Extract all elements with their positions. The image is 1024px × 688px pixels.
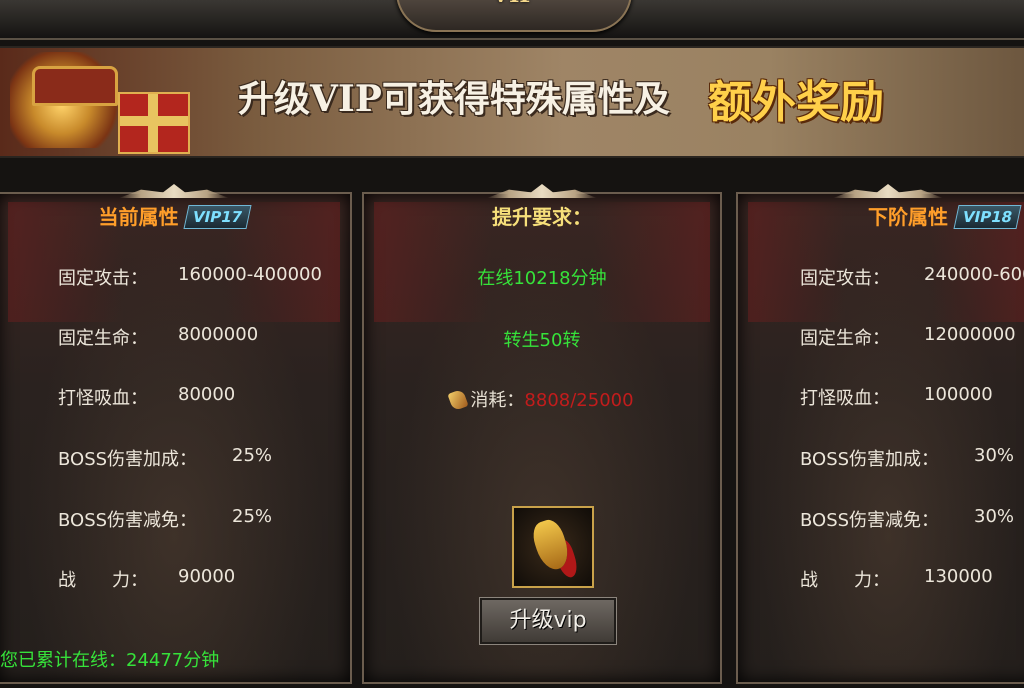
attr-value: 90000 [178, 566, 236, 587]
current-panel-header: 当前属性 VIP17 [0, 200, 350, 234]
rebirth-requirement: 转生50转 [503, 330, 581, 351]
attr-value: 25% [232, 506, 273, 527]
cost-line: 消耗：8808/25000 [364, 386, 720, 412]
total-online-text: 您已累计在线：24477分钟 [0, 650, 220, 671]
attr-label: 打怪吸血： [58, 388, 148, 409]
requirement-panel: 提升要求： 在线10218分钟 转生50转 消耗：8808/25000 升级vi… [362, 184, 722, 684]
attr-label: 固定攻击： [58, 268, 148, 289]
upgrade-vip-button[interactable]: 升级vip [479, 597, 617, 645]
attr-row: BOSS伤害减免： 30% [800, 506, 1014, 532]
attr-label: 战 力： [58, 570, 148, 591]
panel-ornament [487, 184, 597, 198]
attr-label: 打怪吸血： [800, 388, 890, 409]
scroll-icon [447, 388, 470, 412]
attr-row: BOSS伤害加成： 25% [58, 445, 272, 471]
panel-ornament [119, 184, 229, 198]
attr-row: 打怪吸血： 80000 [58, 384, 235, 410]
attr-value: 12000000 [924, 324, 1016, 345]
next-panel-header: 下阶属性 VIP18 [738, 200, 1024, 234]
attr-row: 固定攻击： 240000-600000 [800, 264, 1024, 290]
attr-value: 30% [974, 506, 1015, 527]
reward-item-slot[interactable] [512, 506, 594, 588]
attr-label: 固定攻击： [800, 268, 890, 289]
attr-value: 100000 [924, 384, 993, 405]
attr-label: BOSS伤害减免： [800, 510, 940, 531]
attr-label: BOSS伤害减免： [58, 510, 198, 531]
next-panel-title: 下阶属性 [868, 205, 948, 229]
attr-row: 固定攻击： 160000-400000 [58, 264, 322, 290]
attr-label: 固定生命： [58, 328, 148, 349]
requirement-header: 提升要求： [492, 205, 592, 229]
attr-row: 战 力： 90000 [58, 566, 235, 592]
attr-row: BOSS伤害减免： 25% [58, 506, 272, 532]
attr-row: BOSS伤害加成： 30% [800, 445, 1014, 471]
panel-ornament [833, 184, 943, 198]
online-requirement: 在线10218分钟 [477, 268, 607, 289]
gift-box-icon [118, 92, 190, 154]
promo-banner: 升级VIP可获得特殊属性及 额外奖励 [0, 46, 1024, 158]
title-plate: VIP [396, 0, 632, 32]
banner-text: 升级VIP可获得特殊属性及 [238, 78, 670, 120]
page-title: VIP [398, 0, 630, 8]
attr-row: 固定生命： 8000000 [58, 324, 258, 350]
attr-row: 打怪吸血： 100000 [800, 384, 993, 410]
attr-label: BOSS伤害加成： [58, 449, 198, 470]
attr-row: 固定生命： 12000000 [800, 324, 1016, 350]
banner-accent-text: 额外奖励 [708, 77, 884, 128]
current-vip-badge: VIP17 [183, 205, 253, 229]
current-panel-title: 当前属性 [98, 205, 179, 229]
medal-icon [529, 516, 573, 574]
top-bar: VIP [0, 0, 1024, 40]
attr-label: BOSS伤害加成： [800, 449, 940, 470]
next-vip-badge: VIP18 [953, 205, 1022, 229]
attr-value: 30% [974, 445, 1015, 466]
treasure-chest-icon [10, 52, 125, 148]
cost-label: 消耗： [470, 390, 525, 411]
attr-value: 8000000 [178, 324, 259, 345]
attr-label: 固定生命： [800, 328, 890, 349]
attr-value: 80000 [178, 384, 236, 405]
attr-value: 240000-600000 [924, 264, 1024, 285]
attr-value: 130000 [924, 566, 993, 587]
cost-value: 8808/25000 [524, 390, 634, 411]
current-attributes-panel: 当前属性 VIP17 固定攻击： 160000-400000 固定生命： 800000… [0, 184, 352, 684]
attr-value: 160000-400000 [178, 264, 322, 285]
attr-label: 战 力： [800, 570, 890, 591]
attr-row: 战 力： 130000 [800, 566, 993, 592]
attr-value: 25% [232, 445, 273, 466]
next-attributes-panel: 下阶属性VIP18 固定攻击： 240000-600000 固定生命： 120000… [736, 184, 1024, 684]
